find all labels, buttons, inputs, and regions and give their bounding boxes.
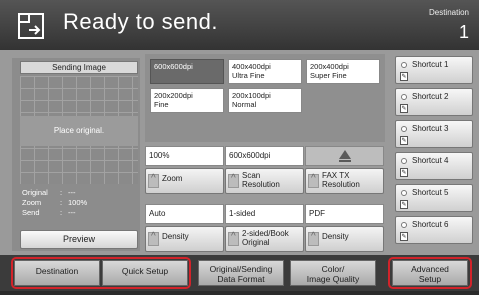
preview-button[interactable]: Preview: [20, 230, 138, 249]
duplex-original-button[interactable]: 2-sided/Book Original: [225, 226, 304, 252]
preview-panel: Sending Image Place original. Original :…: [12, 58, 140, 251]
duplex-setting: 1-sided 2-sided/Book Original: [225, 204, 304, 252]
send-label: Send: [22, 208, 40, 217]
home-icon[interactable]: [15, 10, 47, 42]
fax-tx-resolution-setting: FAX TX Resolution: [305, 146, 384, 194]
tab-color-image-quality[interactable]: Color/ Image Quality: [290, 260, 376, 286]
duplex-current-value: 1-sided: [225, 204, 304, 224]
fax-tx-resolution-button[interactable]: FAX TX Resolution: [305, 168, 384, 194]
shortcut-2-button[interactable]: Shortcut 2 ✎: [395, 88, 473, 116]
highlight-ring-advanced-setup: [388, 257, 472, 289]
zoom-button[interactable]: Zoom: [145, 168, 224, 194]
destination-count: 1: [458, 22, 469, 42]
shortcut-3-button[interactable]: Shortcut 3 ✎: [395, 120, 473, 148]
edit-icon: ✎: [400, 168, 408, 177]
main-panel: Sending Image Place original. Original :…: [0, 50, 479, 255]
original-label: Original: [22, 188, 48, 197]
expand-icon: [228, 232, 239, 246]
edit-icon: ✎: [400, 200, 408, 209]
preview-area: Place original.: [20, 76, 138, 184]
resolution-option-200x100[interactable]: 200x100dpi Normal: [228, 88, 302, 113]
zoom-value: 100%: [68, 198, 88, 207]
scan-resolution-button[interactable]: Scan Resolution: [225, 168, 304, 194]
page-title: Ready to send.: [63, 9, 218, 34]
scan-resolution-value: 600x600dpi: [225, 146, 304, 166]
zoom-label: Zoom: [22, 198, 42, 207]
expand-icon: [308, 232, 319, 246]
place-original-message: Place original.: [20, 116, 138, 146]
density-setting: Auto Density: [145, 204, 224, 252]
resolution-option-600x600[interactable]: 600x600dpi: [150, 59, 224, 84]
bottom-divider: [0, 291, 479, 295]
tab-original-sending-data-format[interactable]: Original/Sending Data Format: [198, 260, 284, 286]
expand-icon: [148, 232, 159, 246]
shortcut-4-button[interactable]: Shortcut 4 ✎: [395, 152, 473, 180]
original-value: ---: [68, 188, 76, 197]
highlight-ring-destination-quicksetup: [11, 257, 191, 289]
radio-icon: [401, 62, 407, 68]
expand-icon: [148, 174, 159, 188]
expand-icon: [308, 174, 319, 188]
tab-bar: Destination Quick Setup Original/Sending…: [0, 255, 479, 295]
send-screen: Ready to send. Destination 1 Sending Ima…: [0, 0, 479, 295]
file-format-value: PDF: [305, 204, 384, 224]
resolution-option-200x400[interactable]: 200x400dpi Super Fine: [306, 59, 380, 84]
scan-resolution-setting: 600x600dpi Scan Resolution: [225, 146, 304, 194]
edit-icon: ✎: [400, 232, 408, 241]
radio-icon: [401, 190, 407, 196]
radio-icon: [401, 158, 407, 164]
zoom-current-value: 100%: [145, 146, 224, 166]
file-format-setting: PDF Density: [305, 204, 384, 252]
radio-icon: [401, 94, 407, 100]
expand-icon: [228, 174, 239, 188]
shortcut-1-button[interactable]: Shortcut 1 ✎: [395, 56, 473, 84]
radio-icon: [401, 222, 407, 228]
resolution-option-400x400[interactable]: 400x400dpi Ultra Fine: [228, 59, 302, 84]
resolution-options: 600x600dpi 400x400dpi Ultra Fine 200x400…: [145, 54, 385, 142]
shortcut-5-button[interactable]: Shortcut 5 ✎: [395, 184, 473, 212]
resolution-option-200x200[interactable]: 200x200dpi Fine: [150, 88, 224, 113]
edit-icon: ✎: [400, 104, 408, 113]
edit-icon: ✎: [400, 136, 408, 145]
density-button[interactable]: Density: [145, 226, 224, 252]
file-format-density-button[interactable]: Density: [305, 226, 384, 252]
sending-image-title: Sending Image: [20, 61, 138, 74]
edit-icon: ✎: [400, 72, 408, 81]
destination-label: Destination: [428, 8, 469, 17]
header-bar: Ready to send. Destination 1: [0, 0, 479, 50]
shortcut-6-button[interactable]: Shortcut 6 ✎: [395, 216, 473, 244]
zoom-setting: 100% Zoom: [145, 146, 224, 194]
density-current-value: Auto: [145, 204, 224, 224]
radio-icon: [401, 126, 407, 132]
send-value: ---: [68, 208, 76, 217]
